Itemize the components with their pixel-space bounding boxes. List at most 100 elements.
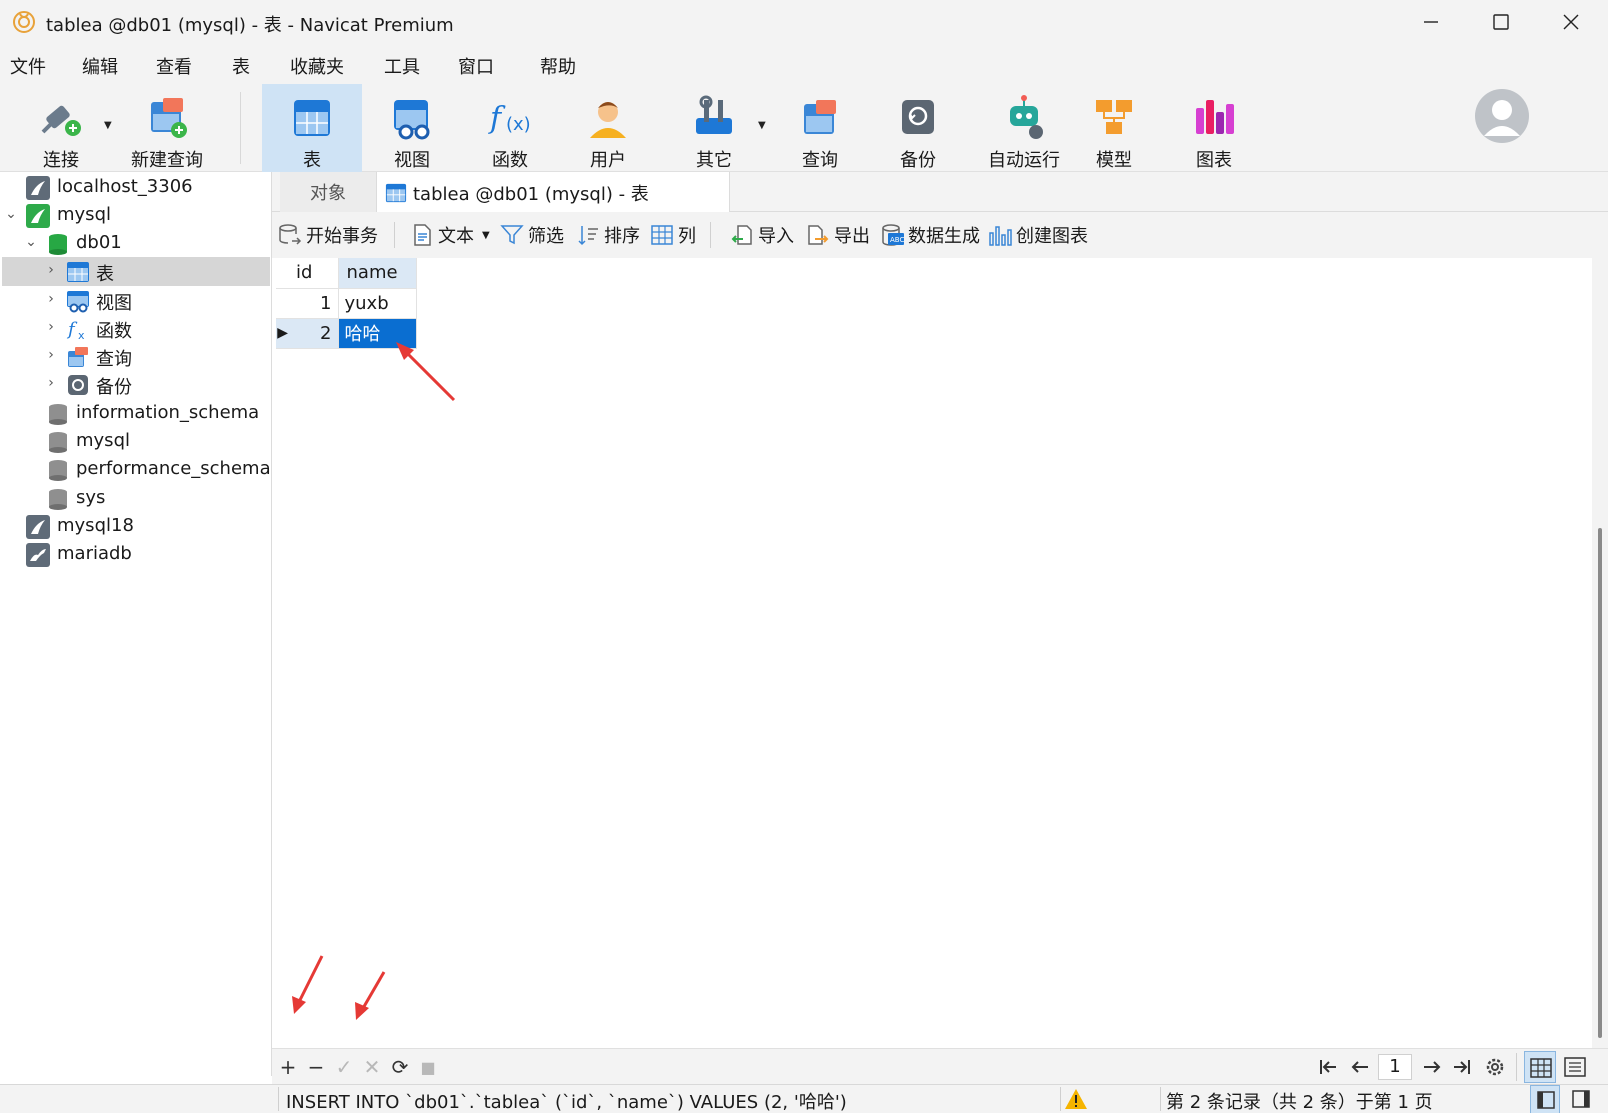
chevron-down-icon[interactable]: ⌄ xyxy=(24,234,38,250)
function-icon: f (x) xyxy=(488,101,531,136)
export-icon xyxy=(808,225,829,245)
sidebar-item-tables[interactable]: › 表 xyxy=(2,257,270,286)
sidebar-item-views[interactable]: › 视图 xyxy=(2,286,270,315)
cell-id[interactable]: 1 xyxy=(276,288,339,319)
filter-button[interactable]: 筛选 xyxy=(500,221,564,249)
close-button[interactable] xyxy=(1536,0,1606,44)
connect-dropdown-icon[interactable]: ▼ xyxy=(104,120,112,131)
sidebar-item-db01[interactable]: ⌄ db01 xyxy=(2,229,270,258)
last-page-icon[interactable] xyxy=(1452,1058,1472,1076)
menu-help[interactable]: 帮助 xyxy=(540,53,576,79)
first-page-icon[interactable] xyxy=(1318,1058,1338,1076)
cell-id[interactable]: ▶ 2 xyxy=(276,318,339,349)
function-icon: fx xyxy=(66,319,85,341)
form-view-icon[interactable] xyxy=(1564,1056,1586,1078)
text-dropdown-icon[interactable]: ▼ xyxy=(482,230,490,241)
menu-tools[interactable]: 工具 xyxy=(384,53,420,79)
warning-icon[interactable] xyxy=(1064,1088,1088,1110)
export-button[interactable]: 导出 xyxy=(806,221,870,249)
text-view-button[interactable]: 文本 ▼ xyxy=(410,221,490,249)
chevron-right-icon[interactable]: › xyxy=(44,262,58,278)
toggle-left-pane-button[interactable] xyxy=(1530,1085,1560,1113)
cell-name[interactable]: yuxb xyxy=(338,288,417,319)
add-record-button[interactable]: + xyxy=(276,1055,300,1079)
gear-icon[interactable] xyxy=(1484,1056,1506,1078)
tab-objects[interactable]: 对象 xyxy=(280,172,376,212)
sidebar-item-queries[interactable]: › 查询 xyxy=(2,342,270,371)
other-button[interactable]: 其它 xyxy=(672,84,756,172)
sort-button[interactable]: 排序 xyxy=(576,221,640,249)
page-number-input[interactable]: 1 xyxy=(1378,1054,1412,1080)
vertical-scrollbar[interactable] xyxy=(1592,258,1608,1048)
sidebar-item-label: 视图 xyxy=(96,293,132,314)
chevron-right-icon[interactable]: › xyxy=(44,319,58,335)
chart-button[interactable]: 图表 xyxy=(1172,84,1256,172)
grid-view-button[interactable] xyxy=(1524,1051,1556,1083)
sidebar-item-mysql-connection[interactable]: ⌄ mysql xyxy=(2,201,270,230)
right-panel-icon[interactable] xyxy=(1572,1090,1590,1108)
table-row[interactable]: 1 yuxb xyxy=(276,288,417,319)
create-chart-button[interactable]: 创建图表 xyxy=(988,221,1088,249)
sidebar-item-label: db01 xyxy=(76,232,122,253)
table-button[interactable]: 表 xyxy=(262,84,362,172)
status-bar: INSERT INTO `db01`.`tablea` (`id`, `name… xyxy=(0,1084,1608,1113)
backup-button[interactable]: 备份 xyxy=(876,84,960,172)
menu-favorites[interactable]: 收藏夹 xyxy=(290,53,344,79)
sidebar-item-information-schema[interactable]: information_schema xyxy=(2,399,270,428)
refresh-button[interactable]: ⟳ xyxy=(388,1055,412,1079)
menu-window[interactable]: 窗口 xyxy=(458,53,494,79)
sidebar-item-functions[interactable]: › fx 函数 xyxy=(2,314,270,343)
chevron-right-icon[interactable]: › xyxy=(44,347,58,363)
tab-tablea[interactable]: tablea @db01 (mysql) - 表 xyxy=(376,172,730,213)
menu-file[interactable]: 文件 xyxy=(10,53,46,79)
data-generation-button[interactable]: ABC 数据生成 xyxy=(880,221,980,249)
minimize-button[interactable] xyxy=(1396,0,1466,44)
maximize-icon xyxy=(1493,14,1509,30)
avatar[interactable] xyxy=(1474,88,1530,144)
data-grid[interactable]: id name 1 yuxb ▶ 2 哈哈 xyxy=(276,258,1592,1048)
next-page-icon[interactable] xyxy=(1422,1058,1442,1076)
column-header-name[interactable]: name xyxy=(338,258,417,289)
delete-record-button[interactable]: − xyxy=(304,1055,328,1079)
chevron-down-icon[interactable]: ⌄ xyxy=(4,206,18,222)
view-button[interactable]: 视图 xyxy=(370,84,454,172)
user-icon xyxy=(590,102,626,138)
close-icon xyxy=(1563,14,1579,30)
menu-view[interactable]: 查看 xyxy=(156,53,192,79)
begin-transaction-button[interactable]: 开始事务 xyxy=(278,221,378,249)
menu-table[interactable]: 表 xyxy=(232,53,250,79)
sidebar-item-performance-schema[interactable]: performance_schema xyxy=(2,455,271,484)
connect-button[interactable]: 连接 xyxy=(20,84,102,172)
apply-changes-button[interactable]: ✓ xyxy=(332,1055,356,1079)
sidebar-item-localhost[interactable]: localhost_3306 xyxy=(2,173,270,202)
sidebar-item-label: mysql xyxy=(57,204,111,225)
import-button[interactable]: 导入 xyxy=(730,221,794,249)
function-button[interactable]: f (x) 函数 xyxy=(468,84,552,172)
table-label: 表 xyxy=(303,150,321,171)
database-icon xyxy=(49,234,67,255)
automation-button[interactable]: 自动运行 xyxy=(972,84,1076,172)
sidebar-item-backups[interactable]: › 备份 xyxy=(2,370,270,399)
other-dropdown-icon[interactable]: ▼ xyxy=(758,120,766,131)
backup-icon xyxy=(68,375,88,395)
columns-button[interactable]: 列 xyxy=(650,221,696,249)
previous-page-icon[interactable] xyxy=(1350,1058,1370,1076)
chevron-right-icon[interactable]: › xyxy=(44,291,58,307)
model-button[interactable]: 模型 xyxy=(1072,84,1156,172)
sidebar-item-sys[interactable]: sys xyxy=(2,484,270,513)
menu-edit[interactable]: 编辑 xyxy=(82,53,118,79)
new-query-button[interactable]: 新建查询 xyxy=(124,84,210,172)
sidebar-item-mysql-db[interactable]: mysql xyxy=(2,427,270,456)
tab-bar: 对象 tablea @db01 (mysql) - 表 xyxy=(272,172,1608,213)
sidebar-item-mariadb[interactable]: mariadb xyxy=(2,540,270,569)
data-generation-label: 数据生成 xyxy=(908,226,980,247)
chevron-right-icon[interactable]: › xyxy=(44,375,58,391)
discard-changes-button[interactable]: ✕ xyxy=(360,1055,384,1079)
stop-button[interactable]: ■ xyxy=(416,1055,440,1079)
maximize-button[interactable] xyxy=(1466,0,1536,44)
sidebar-item-mysql18[interactable]: mysql18 xyxy=(2,512,270,541)
query-button[interactable]: 查询 xyxy=(778,84,862,172)
user-button[interactable]: 用户 xyxy=(566,84,650,172)
scrollbar-thumb[interactable] xyxy=(1598,528,1602,1038)
column-header-id[interactable]: id xyxy=(276,258,339,289)
